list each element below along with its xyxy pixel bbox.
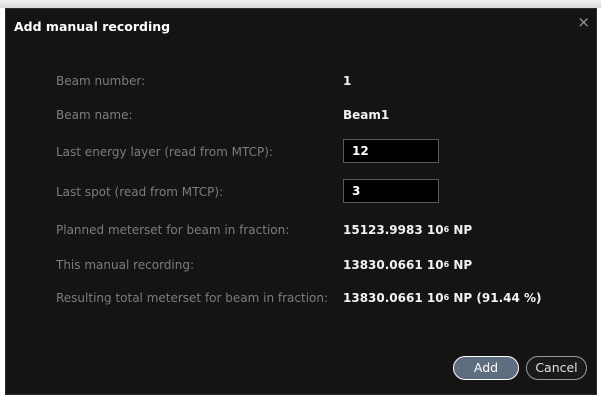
beam-number-label: Beam number:	[56, 74, 146, 88]
this-recording-unit-suffix: NP	[453, 258, 473, 272]
beam-name-label: Beam name:	[56, 108, 133, 122]
beam-number-row: Beam number: 1	[6, 68, 596, 94]
this-recording-unit-base: 10	[426, 258, 444, 272]
planned-meterset-value: 15123.9983 106 NP	[343, 223, 472, 237]
planned-meterset-unit-suffix: NP	[453, 223, 473, 237]
beam-name-row: Beam name: Beam1	[6, 102, 596, 128]
last-energy-layer-row: Last energy layer (read from MTCP):	[6, 139, 596, 165]
add-manual-recording-dialog: Add manual recording × Beam number: 1 Be…	[5, 8, 597, 395]
last-spot-input[interactable]	[343, 179, 439, 203]
dialog-title: Add manual recording	[14, 19, 171, 34]
planned-meterset-unit-exp: 6	[443, 225, 450, 234]
window-top-strip	[0, 0, 601, 8]
resulting-total-label: Resulting total meterset for beam in fra…	[56, 291, 329, 305]
last-spot-label: Last spot (read from MTCP):	[56, 185, 224, 199]
this-recording-number: 13830.0661	[343, 258, 423, 272]
add-button[interactable]: Add	[453, 356, 519, 380]
last-energy-layer-label: Last energy layer (read from MTCP):	[56, 145, 273, 159]
cancel-button[interactable]: Cancel	[526, 356, 587, 380]
resulting-total-row: Resulting total meterset for beam in fra…	[6, 285, 596, 311]
resulting-total-unit-suffix: NP (91.44 %)	[453, 291, 542, 305]
this-recording-row: This manual recording: 13830.0661 106 NP	[6, 252, 596, 278]
resulting-total-unit-exp: 6	[443, 293, 450, 302]
beam-number-value: 1	[343, 74, 352, 88]
this-recording-unit-exp: 6	[443, 260, 450, 269]
this-recording-value: 13830.0661 106 NP	[343, 258, 472, 272]
planned-meterset-row: Planned meterset for beam in fraction: 1…	[6, 217, 596, 243]
last-energy-layer-input[interactable]	[343, 139, 439, 163]
resulting-total-number: 13830.0661	[343, 291, 423, 305]
planned-meterset-number: 15123.9983	[343, 223, 423, 237]
planned-meterset-label: Planned meterset for beam in fraction:	[56, 223, 290, 237]
resulting-total-unit-base: 10	[426, 291, 444, 305]
resulting-total-value: 13830.0661 106 NP (91.44 %)	[343, 291, 542, 305]
beam-name-value: Beam1	[343, 108, 390, 122]
planned-meterset-unit-base: 10	[426, 223, 444, 237]
close-icon[interactable]: ×	[577, 15, 590, 30]
last-spot-row: Last spot (read from MTCP):	[6, 179, 596, 205]
this-recording-label: This manual recording:	[56, 258, 195, 272]
